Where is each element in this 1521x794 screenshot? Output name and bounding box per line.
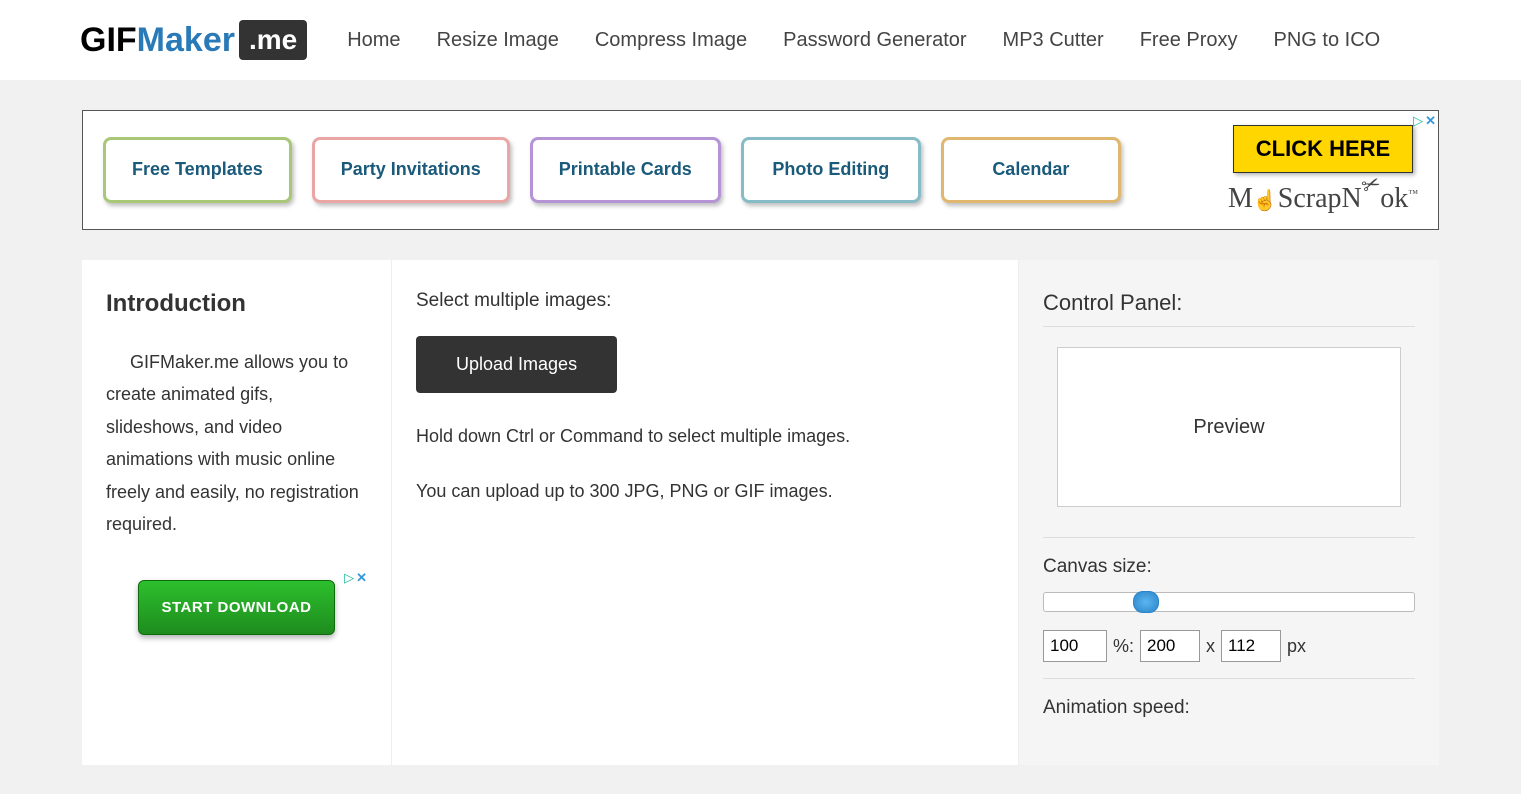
ad-brand-tm: ™ [1408, 189, 1418, 200]
adchoices-corner: ▷ ✕ [1413, 113, 1436, 129]
ad-close-icon[interactable]: ✕ [356, 570, 367, 586]
intro-paragraph: GIFMaker.me allows you to create animate… [106, 346, 367, 540]
ad-sidebar: ▷ ✕ START DOWNLOAD [106, 570, 367, 635]
column-center: Select multiple images: Upload Images Ho… [392, 260, 1019, 765]
logo-text-gif: GIF [80, 21, 137, 60]
site-logo[interactable]: GIFMaker .me [80, 20, 307, 60]
nav-free-proxy[interactable]: Free Proxy [1140, 29, 1238, 52]
intro-heading: Introduction [106, 290, 367, 318]
animation-speed-label: Animation speed: [1043, 697, 1415, 719]
canvas-size-label: Canvas size: [1043, 556, 1415, 578]
nav-home[interactable]: Home [347, 29, 400, 52]
nav-compress-image[interactable]: Compress Image [595, 29, 747, 52]
canvas-height-input[interactable] [1221, 630, 1281, 662]
ad-brand-logo[interactable]: M☝ScrapN✂ok™ [1228, 183, 1418, 215]
column-right-control-panel: Control Panel: Preview Canvas size: %: x… [1019, 260, 1439, 765]
canvas-size-slider[interactable] [1043, 592, 1415, 612]
ad-brand-text-scrapn: ScrapN [1278, 183, 1362, 214]
column-left: Introduction GIFMaker.me allows you to c… [82, 260, 392, 765]
upload-images-button[interactable]: Upload Images [416, 336, 617, 393]
ad-brand-text-m: M [1228, 183, 1253, 214]
nav-png-to-ico[interactable]: PNG to ICO [1274, 29, 1381, 52]
nav-resize-image[interactable]: Resize Image [437, 29, 559, 52]
dimension-separator: x [1206, 636, 1215, 657]
ad-banner-top: ▷ ✕ Free Templates Party Invitations Pri… [82, 110, 1439, 230]
preview-box: Preview [1057, 347, 1401, 507]
ad-button-calendar[interactable]: Calendar [941, 137, 1121, 202]
ad-button-party-invitations[interactable]: Party Invitations [312, 137, 510, 202]
main-nav: Home Resize Image Compress Image Passwor… [347, 29, 1380, 52]
canvas-percent-input[interactable] [1043, 630, 1107, 662]
upload-note-ctrl: Hold down Ctrl or Command to select mult… [416, 423, 994, 450]
control-panel-title: Control Panel: [1043, 290, 1415, 327]
nav-password-generator[interactable]: Password Generator [783, 29, 966, 52]
adchoices-icon[interactable]: ▷ [344, 570, 354, 586]
logo-badge-me: .me [239, 20, 307, 60]
ad-brand-area: CLICK HERE M☝ScrapN✂ok™ [1228, 125, 1418, 215]
select-images-label: Select multiple images: [416, 290, 994, 312]
ad-button-photo-editing[interactable]: Photo Editing [741, 137, 921, 202]
ad-button-printable-cards[interactable]: Printable Cards [530, 137, 721, 202]
adchoices-corner-small: ▷ ✕ [344, 570, 367, 586]
ad-button-free-templates[interactable]: Free Templates [103, 137, 292, 202]
slider-thumb-icon[interactable] [1133, 591, 1159, 613]
canvas-size-section: Canvas size: %: x px [1043, 537, 1415, 662]
preview-label: Preview [1193, 416, 1264, 439]
ad-start-download-button[interactable]: START DOWNLOAD [138, 580, 334, 635]
canvas-size-inputs: %: x px [1043, 630, 1415, 662]
main-content: Introduction GIFMaker.me allows you to c… [82, 260, 1439, 765]
upload-note-limit: You can upload up to 300 JPG, PNG or GIF… [416, 478, 994, 505]
ad-close-icon[interactable]: ✕ [1425, 113, 1436, 129]
px-suffix-label: px [1287, 636, 1306, 657]
canvas-width-input[interactable] [1140, 630, 1200, 662]
adchoices-icon[interactable]: ▷ [1413, 113, 1423, 129]
animation-speed-section: Animation speed: [1043, 678, 1415, 719]
logo-text-maker: Maker [137, 21, 235, 60]
nav-mp3-cutter[interactable]: MP3 Cutter [1003, 29, 1104, 52]
cursor-icon: ☝ [1253, 188, 1278, 213]
percent-suffix-label: %: [1113, 636, 1134, 657]
header: GIFMaker .me Home Resize Image Compress … [0, 0, 1521, 80]
ad-click-here-button[interactable]: CLICK HERE [1233, 125, 1413, 173]
ad-brand-text-k: k [1394, 183, 1408, 214]
